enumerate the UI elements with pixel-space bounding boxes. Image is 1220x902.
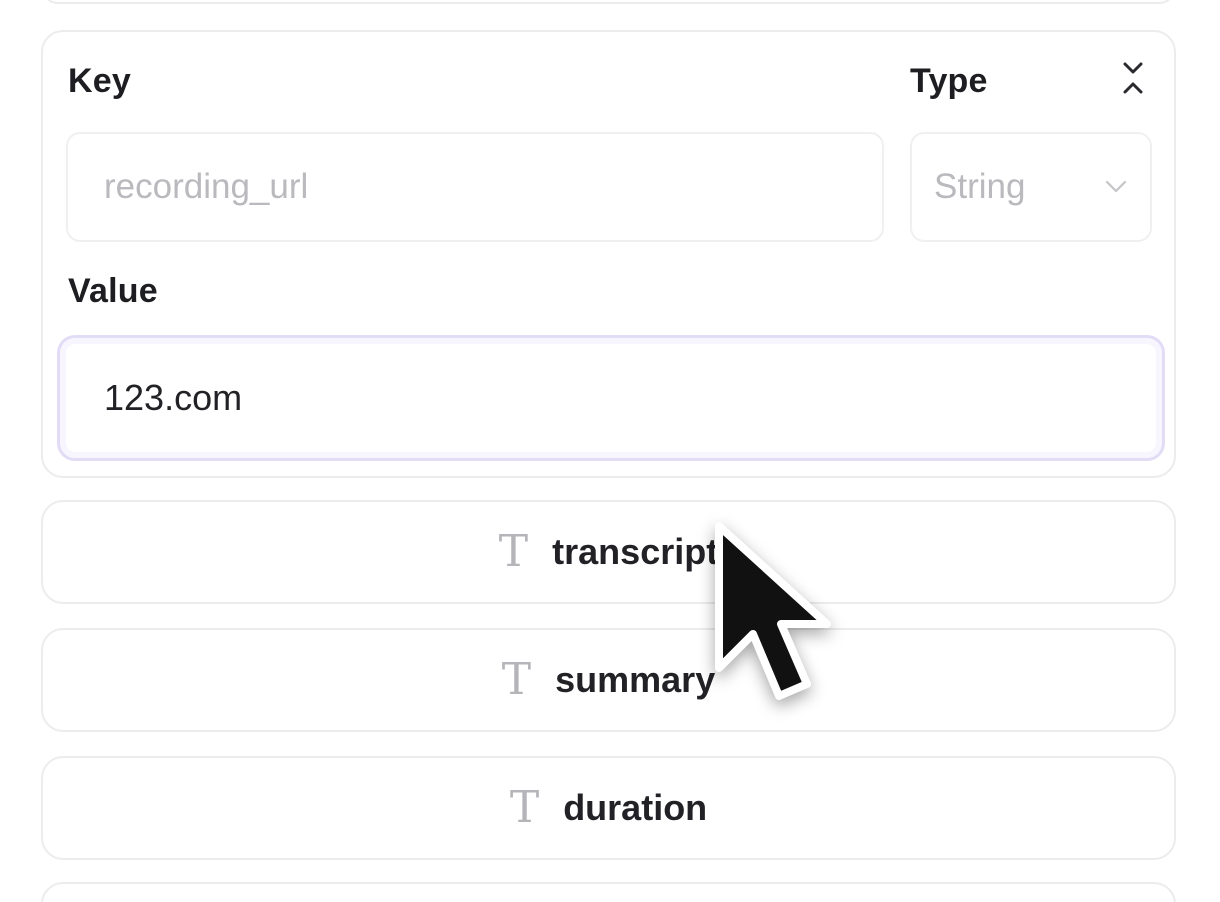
value-label: Value (68, 272, 158, 310)
value-input[interactable]: 123.com (57, 335, 1165, 461)
field-row-duration[interactable]: T duration (41, 756, 1176, 860)
field-row-label: duration (563, 787, 708, 828)
key-placeholder: recording_url (104, 167, 309, 206)
collapse-chevrons-icon (1123, 62, 1143, 94)
previous-field-card[interactable] (41, 0, 1176, 4)
field-editor-card: Key Type recording_url String Value 123.… (41, 30, 1176, 478)
key-label: Key (68, 62, 131, 100)
field-row-label: transcript (552, 531, 719, 572)
value-text: 123.com (104, 377, 243, 418)
type-label: Type (910, 62, 988, 100)
text-type-icon: T (501, 654, 532, 705)
next-field-card[interactable] (41, 882, 1176, 902)
field-row-summary[interactable]: T summary (41, 628, 1176, 732)
type-select[interactable]: String (910, 132, 1152, 242)
text-type-icon: T (509, 782, 540, 833)
stage: Key Type recording_url String Value 123.… (0, 0, 1220, 902)
key-input[interactable]: recording_url (66, 132, 884, 242)
collapse-button[interactable] (1113, 58, 1153, 98)
field-row-label: summary (555, 659, 716, 700)
chevron-down-icon (1105, 180, 1127, 193)
type-selected-value: String (934, 167, 1026, 206)
text-type-icon: T (498, 526, 529, 577)
field-row-transcript[interactable]: T transcript (41, 500, 1176, 604)
